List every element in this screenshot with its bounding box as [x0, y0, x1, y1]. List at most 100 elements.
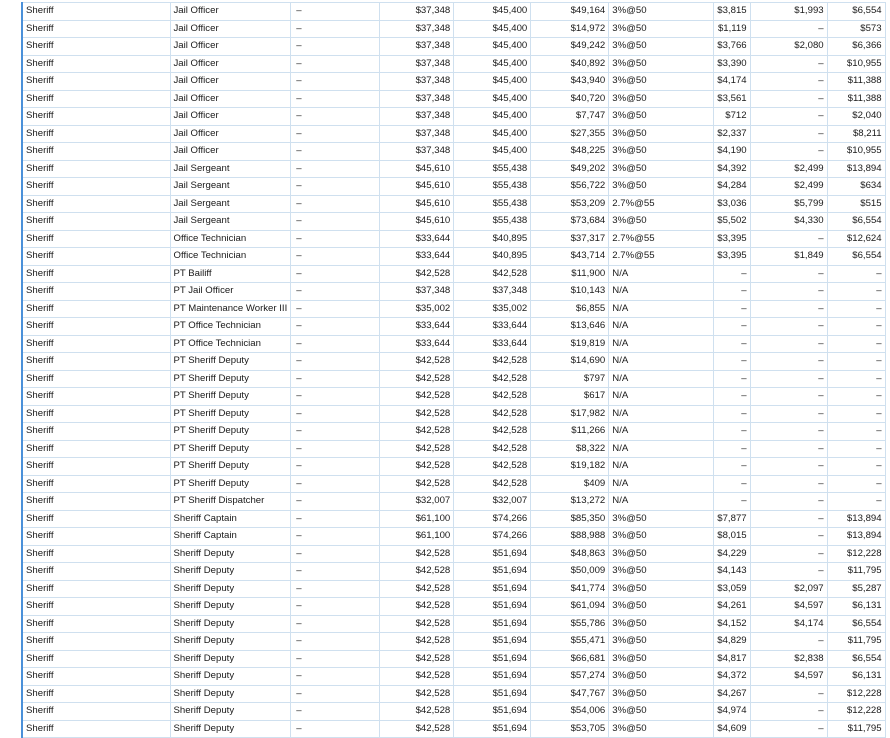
cell-benefit-b[interactable]: – [749, 229, 828, 248]
cell-total-pay[interactable]: $13,646 [530, 317, 610, 336]
cell-retirement-formula[interactable]: 3%@50 [608, 614, 715, 633]
cell-salary-max[interactable]: $42,528 [453, 352, 532, 371]
cell-benefit-b[interactable]: – [749, 632, 828, 651]
cell-benefit-c[interactable]: $6,554 [826, 614, 886, 633]
cell-retirement-formula[interactable]: 3%@50 [608, 19, 715, 38]
cell-benefit-c[interactable]: – [826, 264, 886, 283]
cell-total-pay[interactable]: $19,819 [530, 334, 610, 353]
cell-salary-min[interactable]: $37,348 [379, 124, 455, 143]
cell-benefit-a[interactable]: – [713, 457, 751, 476]
cell-benefit-a[interactable]: $3,395 [713, 247, 751, 266]
table-row[interactable]: Sheriff Sheriff Deputy – $42,528 $51,694 $50,… [21, 562, 886, 581]
cell-salary-max[interactable]: $74,266 [453, 509, 532, 528]
cell-job-title[interactable]: Jail Officer [169, 89, 292, 108]
cell-salary-max[interactable]: $45,400 [453, 72, 532, 91]
cell-benefit-c[interactable]: – [826, 404, 886, 423]
cell-retirement-formula[interactable]: 3%@50 [608, 142, 715, 161]
cell-total-pay[interactable]: $48,863 [530, 544, 610, 563]
cell-total-pay[interactable]: $48,225 [530, 142, 610, 161]
cell-retirement-formula[interactable]: 3%@50 [608, 509, 715, 528]
cell-department[interactable]: Sheriff [21, 527, 171, 546]
cell-total-pay[interactable]: $27,355 [530, 124, 610, 143]
cell-placeholder[interactable]: – [290, 702, 381, 721]
cell-department[interactable]: Sheriff [21, 177, 171, 196]
cell-department[interactable]: Sheriff [21, 212, 171, 231]
cell-retirement-formula[interactable]: N/A [608, 334, 715, 353]
cell-benefit-c[interactable]: $10,955 [826, 142, 886, 161]
cell-salary-max[interactable]: $45,400 [453, 54, 532, 73]
cell-benefit-c[interactable]: $6,131 [826, 597, 886, 616]
cell-benefit-a[interactable]: – [713, 369, 751, 388]
cell-salary-max[interactable]: $51,694 [453, 544, 532, 563]
cell-total-pay[interactable]: $17,982 [530, 404, 610, 423]
cell-department[interactable]: Sheriff [21, 579, 171, 598]
table-row[interactable]: Sheriff PT Sheriff Deputy – $42,528 $42,528 $… [21, 404, 886, 423]
cell-placeholder[interactable]: – [290, 177, 381, 196]
cell-job-title[interactable]: PT Sheriff Deputy [169, 439, 292, 458]
cell-benefit-c[interactable]: – [826, 474, 886, 493]
table-row[interactable]: Sheriff Jail Officer – $37,348 $45,400 $14,97… [21, 19, 886, 38]
cell-salary-min[interactable]: $37,348 [379, 37, 455, 56]
cell-department[interactable]: Sheriff [21, 614, 171, 633]
cell-benefit-b[interactable]: – [749, 72, 828, 91]
table-row[interactable]: Sheriff Jail Officer – $37,348 $45,400 $48,22… [21, 142, 886, 161]
cell-benefit-a[interactable]: – [713, 299, 751, 318]
cell-salary-max[interactable]: $42,528 [453, 439, 532, 458]
cell-salary-max[interactable]: $51,694 [453, 579, 532, 598]
cell-placeholder[interactable]: – [290, 72, 381, 91]
cell-benefit-c[interactable]: – [826, 422, 886, 441]
cell-benefit-b[interactable]: $4,597 [749, 597, 828, 616]
cell-benefit-c[interactable]: $12,228 [826, 684, 886, 703]
cell-benefit-c[interactable]: $5,287 [826, 579, 886, 598]
cell-retirement-formula[interactable]: 2.7%@55 [608, 229, 715, 248]
cell-retirement-formula[interactable]: N/A [608, 474, 715, 493]
cell-benefit-c[interactable]: $573 [826, 19, 886, 38]
cell-benefit-a[interactable]: $3,395 [713, 229, 751, 248]
cell-benefit-c[interactable]: $12,624 [826, 229, 886, 248]
cell-benefit-c[interactable]: $6,554 [826, 2, 886, 21]
cell-benefit-b[interactable]: – [749, 457, 828, 476]
cell-job-title[interactable]: Sheriff Deputy [169, 684, 292, 703]
cell-department[interactable]: Sheriff [21, 37, 171, 56]
cell-benefit-c[interactable]: $13,894 [826, 159, 886, 178]
table-row[interactable]: Sheriff Jail Officer – $37,348 $45,400 $40,72… [21, 89, 886, 108]
cell-total-pay[interactable]: $73,684 [530, 212, 610, 231]
cell-department[interactable]: Sheriff [21, 107, 171, 126]
table-row[interactable]: Sheriff Jail Officer – $37,348 $45,400 $49,24… [21, 37, 886, 56]
cell-benefit-b[interactable]: – [749, 509, 828, 528]
cell-job-title[interactable]: PT Sheriff Deputy [169, 422, 292, 441]
cell-placeholder[interactable]: – [290, 597, 381, 616]
cell-placeholder[interactable]: – [290, 124, 381, 143]
cell-placeholder[interactable]: – [290, 492, 381, 511]
cell-department[interactable]: Sheriff [21, 422, 171, 441]
cell-placeholder[interactable]: – [290, 562, 381, 581]
cell-benefit-c[interactable]: $634 [826, 177, 886, 196]
cell-placeholder[interactable]: – [290, 159, 381, 178]
cell-retirement-formula[interactable]: 3%@50 [608, 527, 715, 546]
cell-job-title[interactable]: Jail Sergeant [169, 212, 292, 231]
cell-benefit-b[interactable]: – [749, 404, 828, 423]
cell-total-pay[interactable]: $55,471 [530, 632, 610, 651]
cell-department[interactable]: Sheriff [21, 684, 171, 703]
cell-retirement-formula[interactable]: N/A [608, 492, 715, 511]
cell-salary-max[interactable]: $45,400 [453, 37, 532, 56]
cell-total-pay[interactable]: $88,988 [530, 527, 610, 546]
cell-benefit-a[interactable]: – [713, 492, 751, 511]
cell-placeholder[interactable]: – [290, 194, 381, 213]
cell-total-pay[interactable]: $617 [530, 387, 610, 406]
cell-benefit-a[interactable]: – [713, 439, 751, 458]
cell-job-title[interactable]: Jail Officer [169, 37, 292, 56]
cell-salary-max[interactable]: $37,348 [453, 282, 532, 301]
cell-job-title[interactable]: Jail Sergeant [169, 177, 292, 196]
cell-salary-min[interactable]: $42,528 [379, 614, 455, 633]
cell-salary-max[interactable]: $40,895 [453, 247, 532, 266]
cell-benefit-b[interactable]: – [749, 89, 828, 108]
cell-department[interactable]: Sheriff [21, 19, 171, 38]
table-row[interactable]: Sheriff Jail Sergeant – $45,610 $55,438 $49,2… [21, 159, 886, 178]
cell-benefit-b[interactable]: $2,080 [749, 37, 828, 56]
cell-salary-min[interactable]: $35,002 [379, 299, 455, 318]
cell-placeholder[interactable]: – [290, 369, 381, 388]
cell-benefit-c[interactable]: $8,211 [826, 124, 886, 143]
cell-department[interactable]: Sheriff [21, 229, 171, 248]
cell-benefit-a[interactable]: – [713, 264, 751, 283]
